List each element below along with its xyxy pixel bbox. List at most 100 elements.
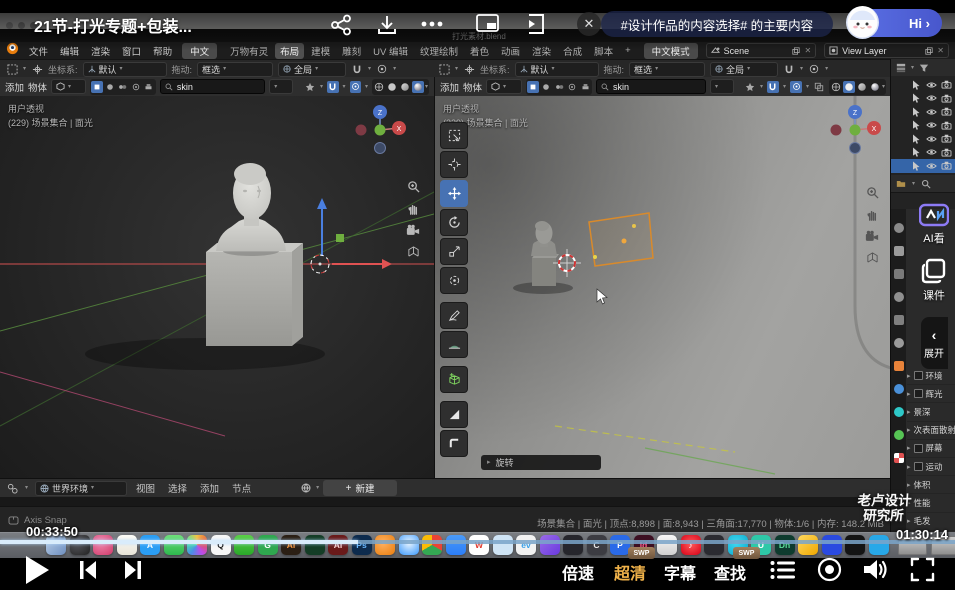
object-menu[interactable]: 物体 (463, 80, 482, 94)
add-menu[interactable]: 添加 (5, 80, 24, 94)
filter-dropdown[interactable]: ▾ (269, 79, 292, 94)
camera-icon[interactable] (941, 133, 952, 144)
cursor-tool-icon[interactable] (463, 63, 475, 75)
eye-icon[interactable] (926, 160, 937, 171)
tab-modifiers-icon[interactable] (894, 384, 904, 394)
mode-dropdown[interactable]: ▾ (486, 79, 522, 94)
outliner-row[interactable] (891, 92, 955, 106)
visibility-icon[interactable] (744, 81, 756, 93)
tab-tool-icon[interactable] (894, 223, 904, 233)
drag-dropdown[interactable]: 框选▾ (629, 62, 705, 77)
outliner-row[interactable] (891, 105, 955, 119)
shader-menu-item[interactable]: 视图 (134, 481, 157, 495)
object-menu[interactable]: 物体 (28, 80, 47, 94)
eye-icon[interactable] (926, 147, 937, 158)
expand-tab[interactable]: ‹ 展开 (921, 317, 948, 369)
courseware-icon[interactable] (921, 258, 947, 284)
rotate-tool[interactable] (440, 209, 468, 236)
outliner-row[interactable] (891, 159, 955, 173)
eye-icon[interactable] (926, 106, 937, 117)
shader-menu-item[interactable]: 节点 (230, 481, 253, 495)
camera-view-icon[interactable] (865, 230, 879, 242)
ai-watch-label[interactable]: AI看 (923, 230, 944, 246)
panel-checkbox[interactable] (914, 389, 923, 398)
display-mode-icon[interactable] (895, 62, 907, 74)
shader-menu-item[interactable]: 选择 (166, 481, 189, 495)
pointer-icon[interactable] (911, 133, 922, 144)
editor-type-icon[interactable] (6, 482, 18, 494)
tab-scene-icon[interactable] (894, 315, 904, 325)
tab-physics-icon[interactable] (894, 430, 904, 440)
filter-funnel-icon[interactable] (918, 62, 930, 74)
play-button[interactable] (24, 555, 50, 585)
measure-tool[interactable] (440, 331, 468, 358)
world-data-icon[interactable] (300, 482, 312, 494)
move-tool[interactable] (440, 180, 468, 207)
new-world-button[interactable]: +新建 (323, 480, 397, 496)
camera-icon[interactable] (941, 93, 952, 104)
eye-icon[interactable] (926, 133, 937, 144)
camera-icon[interactable] (941, 79, 952, 90)
pan-hand-icon[interactable] (407, 202, 420, 215)
download-icon[interactable] (376, 14, 398, 36)
navigation-gizmo[interactable]: Z X (827, 102, 883, 158)
viewport-left-scene[interactable]: 用户透视 (229) 场景集合 | 面光 Z X (0, 96, 434, 478)
properties-panel-row[interactable]: ▸辉光 (907, 385, 955, 403)
properties-panel-row[interactable]: ▸运动 (907, 458, 955, 476)
select-mode-strip[interactable] (526, 79, 592, 95)
subtitle-button[interactable]: 字幕 (664, 560, 696, 584)
fullscreen-icon[interactable] (910, 557, 935, 582)
shader-menu-item[interactable]: 添加 (198, 481, 221, 495)
orientation-dropdown[interactable]: 默认▾ (515, 62, 599, 77)
operator-panel[interactable]: ▸ 旋转 (481, 455, 601, 470)
pointer-icon[interactable] (911, 120, 922, 131)
search-icon[interactable] (920, 178, 932, 190)
courseware-label[interactable]: 课件 (923, 287, 945, 303)
pivot-dropdown[interactable]: 全局▾ (278, 62, 346, 77)
topic-pill[interactable]: #设计作品的内容选择# 的主要内容 (601, 11, 833, 37)
proportional-icon[interactable] (790, 81, 802, 93)
properties-panel-row[interactable]: ▸体积 (907, 476, 955, 494)
tab-material-icon[interactable] (894, 453, 904, 463)
orientation-dropdown[interactable]: 默认▾ (83, 62, 167, 77)
panel-checkbox[interactable] (914, 371, 923, 380)
properties-panel-row[interactable]: ▸环境 (907, 367, 955, 385)
active-tool-icon[interactable] (6, 63, 18, 75)
panel-checkbox[interactable] (914, 444, 923, 453)
eye-icon[interactable] (926, 120, 937, 131)
playlist-icon[interactable] (770, 559, 796, 581)
pointer-icon[interactable] (911, 79, 922, 90)
assistant-avatar[interactable] (846, 6, 879, 39)
cursor-tool-icon[interactable] (31, 63, 43, 75)
speed-button[interactable]: 倍速 (562, 560, 594, 584)
close-icon[interactable]: ✕ (577, 12, 601, 36)
previous-button[interactable] (79, 560, 97, 580)
mode-dropdown[interactable]: ▾ (51, 79, 86, 94)
add-menu[interactable]: 添加 (440, 80, 459, 94)
quality-button[interactable]: 超清 (614, 560, 646, 584)
overlays-icon[interactable] (813, 81, 825, 93)
next-button[interactable] (124, 560, 142, 580)
search-input[interactable]: skin (160, 79, 265, 94)
pointer-icon[interactable] (911, 160, 922, 171)
pip-icon[interactable] (476, 14, 499, 34)
inset-faces-tool[interactable] (440, 430, 468, 457)
viewport-right[interactable]: 添加 物体 ▾ skin ▾ ▾ ▾ ▾ (434, 77, 891, 478)
viewport-left[interactable]: 添加 物体 ▾ skin ▾ ▾ ▾ ▾ (0, 77, 434, 478)
extrude-region-tool[interactable] (440, 401, 468, 428)
pivot-dropdown[interactable]: 全局▾ (710, 62, 778, 77)
camera-view-icon[interactable] (406, 224, 420, 236)
progress-bar[interactable] (0, 540, 955, 544)
camera-icon[interactable] (941, 147, 952, 158)
volume-icon[interactable] (863, 557, 890, 582)
select-mode-strip[interactable] (90, 79, 156, 95)
camera-icon[interactable] (941, 106, 952, 117)
pan-hand-icon[interactable] (866, 208, 879, 221)
snap-icon[interactable] (351, 63, 363, 75)
tab-render-icon[interactable] (894, 246, 904, 256)
eye-icon[interactable] (926, 93, 937, 104)
search-input[interactable]: skin (596, 79, 706, 94)
pointer-icon[interactable] (911, 93, 922, 104)
add-primitive-tool[interactable] (440, 366, 468, 393)
shading-type-dropdown[interactable]: 世界环境▾ (35, 481, 127, 496)
